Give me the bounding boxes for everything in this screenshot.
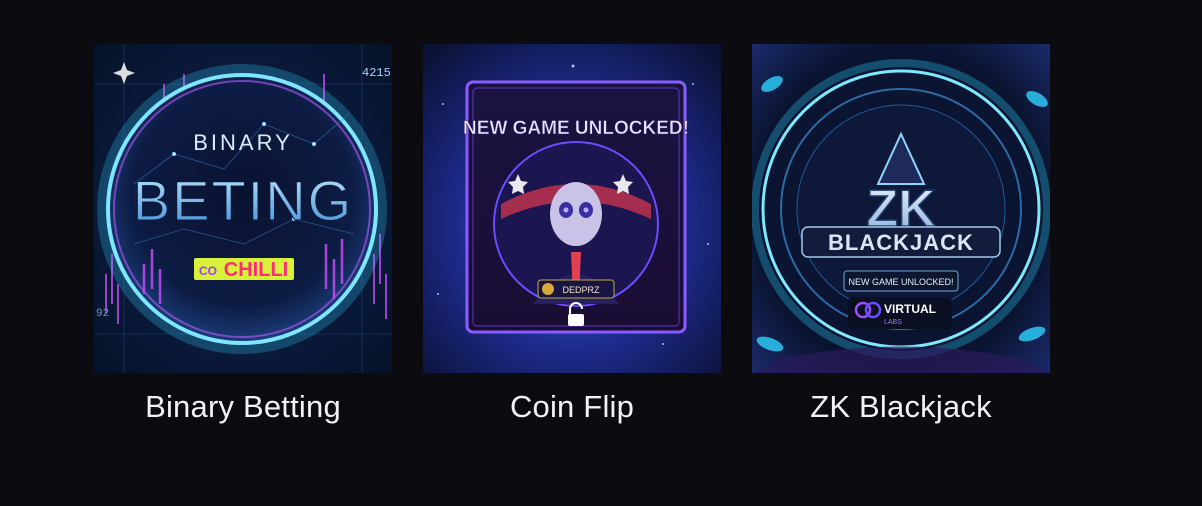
- binary-betting-art-line1: BINARY: [193, 130, 293, 155]
- zk-blackjack-partner: VIRTUAL: [884, 302, 936, 316]
- binary-betting-badge-prefix: CO: [199, 264, 217, 278]
- coin-flip-badge: DEDPRZ: [562, 285, 600, 295]
- game-title[interactable]: Binary Betting: [94, 387, 392, 427]
- coin-flip-banner: NEW GAME UNLOCKED!: [463, 118, 689, 139]
- coin-flip-artwork: NEW GAME UNLOCKED! DEDPRZ: [423, 44, 721, 373]
- zk-blackjack-banner: NEW GAME UNLOCKED!: [848, 277, 953, 287]
- zk-blackjack-partner-sub: LABS: [884, 319, 902, 326]
- binary-betting-artwork: 4215.5 92 BINARY BETING CO CHILLI: [94, 44, 392, 373]
- binary-betting-corner-numbers: 4215.5: [362, 66, 392, 80]
- zk-blackjack-artwork: ZK BLACKJACK NEW GAME UNLOCKED! VIRTUAL …: [752, 44, 1050, 373]
- game-thumbnail-binary-betting[interactable]: 4215.5 92 BINARY BETING CO CHILLI: [94, 44, 392, 373]
- game-title[interactable]: Coin Flip: [423, 387, 721, 427]
- binary-betting-side-number: 92: [96, 308, 109, 320]
- games-grid: 4215.5 92 BINARY BETING CO CHILLI Binary…: [0, 0, 1202, 506]
- game-thumbnail-coin-flip[interactable]: NEW GAME UNLOCKED! DEDPRZ: [423, 44, 721, 373]
- binary-betting-art-line2: BETING: [133, 169, 353, 232]
- game-card-binary-betting[interactable]: 4215.5 92 BINARY BETING CO CHILLI Binary…: [94, 44, 392, 427]
- game-card-coin-flip[interactable]: NEW GAME UNLOCKED! DEDPRZ Coin Flip: [423, 44, 721, 427]
- zk-blackjack-wordmark: BLACKJACK: [828, 230, 974, 255]
- game-thumbnail-zk-blackjack[interactable]: ZK BLACKJACK NEW GAME UNLOCKED! VIRTUAL …: [752, 44, 1050, 373]
- game-card-zk-blackjack[interactable]: ZK BLACKJACK NEW GAME UNLOCKED! VIRTUAL …: [752, 44, 1050, 427]
- game-title[interactable]: ZK Blackjack: [752, 387, 1050, 427]
- binary-betting-badge: CHILLI: [224, 259, 288, 281]
